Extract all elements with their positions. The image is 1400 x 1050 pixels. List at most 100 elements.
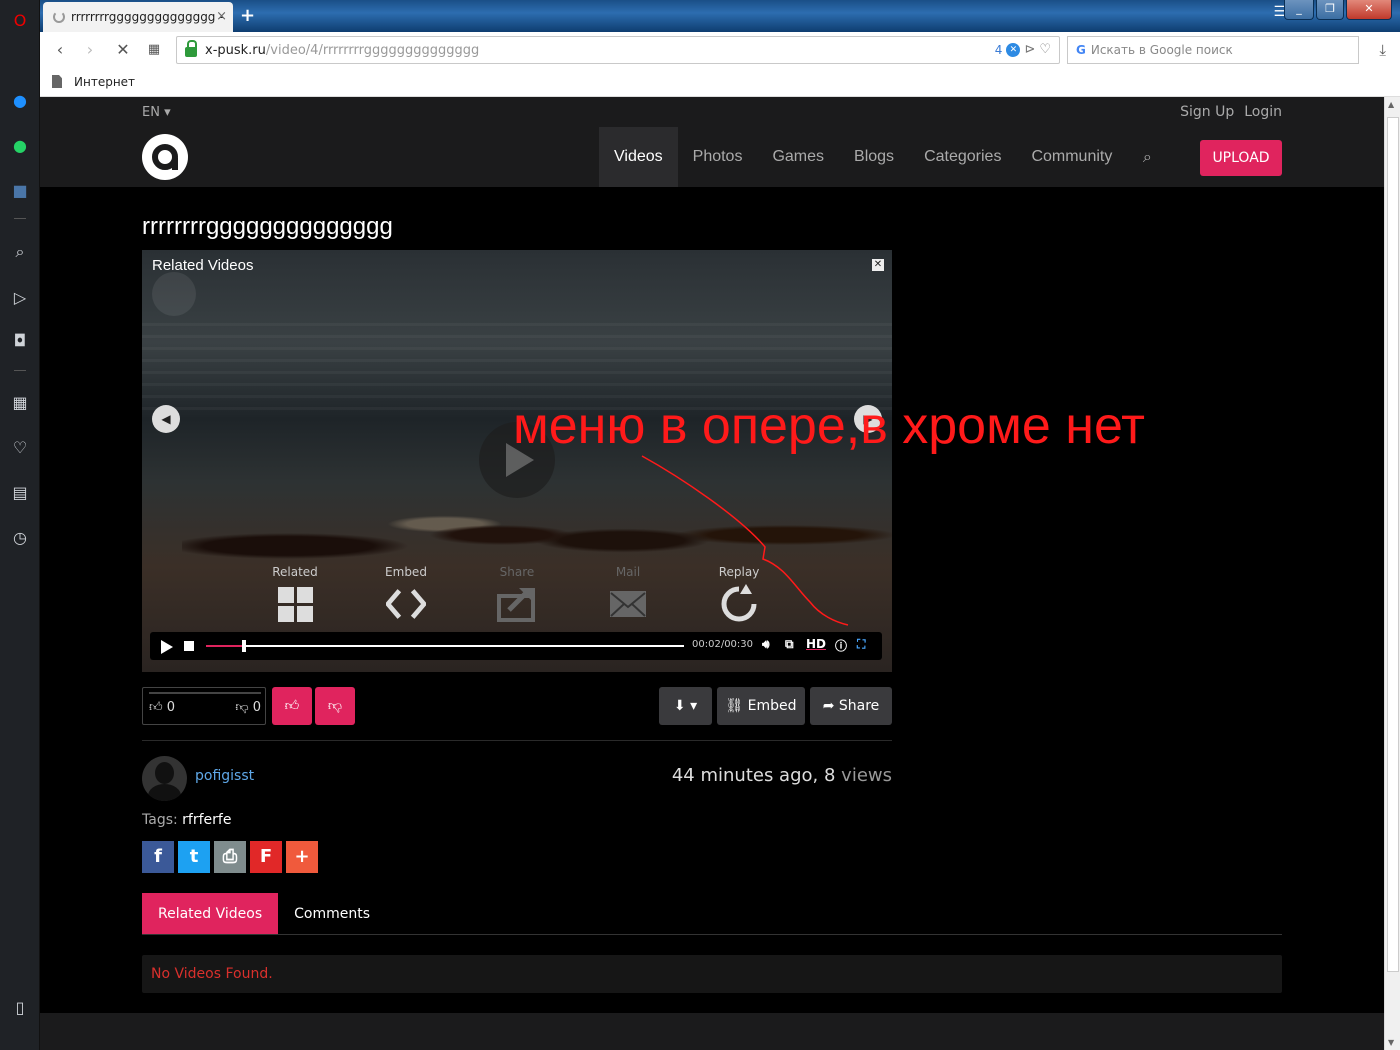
- scroll-up-icon[interactable]: ▲: [1388, 100, 1394, 109]
- like-button[interactable]: 👍︎: [272, 687, 312, 725]
- dislike-button[interactable]: 👎︎: [315, 687, 355, 725]
- search-icon[interactable]: ⌕: [8, 240, 32, 264]
- prev-arrow-icon[interactable]: ◀: [152, 405, 180, 433]
- facebook-icon[interactable]: f: [142, 841, 174, 873]
- watermark-logo: [152, 272, 196, 316]
- tab-title: rrrrrrrrgggggggggggggg -: [71, 10, 224, 24]
- tabs-grid-icon[interactable]: ▦: [144, 40, 164, 60]
- flipboard-icon[interactable]: F: [250, 841, 282, 873]
- upload-button[interactable]: UPLOAD: [1200, 140, 1282, 176]
- close-window-button[interactable]: ✕: [1346, 0, 1392, 20]
- menu-blogs[interactable]: Blogs: [839, 127, 909, 187]
- bookmarks-bar: Интернет: [40, 67, 1400, 97]
- download-icon[interactable]: ⤓: [1379, 41, 1386, 59]
- related-label: Related: [272, 565, 318, 579]
- envelope-icon: [608, 585, 648, 623]
- tag-link[interactable]: rfrferfe: [182, 812, 231, 828]
- play-icon[interactable]: [161, 640, 173, 654]
- link-icon: ⛓: [725, 698, 744, 714]
- menu-community[interactable]: Community: [1016, 127, 1127, 187]
- stop-icon[interactable]: ✕: [113, 40, 133, 60]
- login-link[interactable]: Login: [1244, 104, 1282, 120]
- address-bar[interactable]: x-pusk.ru/video/4/rrrrrrrrgggggggggggggg…: [176, 36, 1060, 64]
- minimize-button[interactable]: _: [1284, 0, 1314, 20]
- tab-related-videos[interactable]: Related Videos: [142, 893, 279, 935]
- language-selector[interactable]: EN ▾: [142, 105, 171, 120]
- sign-up-link[interactable]: Sign Up: [1180, 104, 1234, 120]
- menu-videos[interactable]: Videos: [599, 127, 678, 187]
- scroll-down-icon[interactable]: ▼: [1388, 1038, 1394, 1047]
- replay-option[interactable]: Replay: [704, 565, 774, 623]
- history-icon[interactable]: ◷: [8, 525, 32, 549]
- menu-games[interactable]: Games: [757, 127, 839, 187]
- bookmark-heart-icon[interactable]: ♡: [1039, 42, 1051, 57]
- menu-categories[interactable]: Categories: [909, 127, 1016, 187]
- maximize-button[interactable]: ❐: [1316, 0, 1344, 20]
- messenger-icon[interactable]: ●: [8, 88, 32, 112]
- username-link[interactable]: pofigisst: [195, 768, 254, 784]
- embed-label: Embed: [385, 565, 427, 579]
- mail-label: Mail: [615, 565, 641, 579]
- menu-photos[interactable]: Photos: [678, 127, 758, 187]
- empty-message: No Videos Found.: [142, 955, 1282, 993]
- related-option[interactable]: Related: [260, 565, 330, 623]
- share-button-label: Share: [838, 698, 880, 714]
- twitter-icon[interactable]: t: [178, 841, 210, 873]
- send-to-icon[interactable]: ⊳: [1024, 42, 1035, 57]
- scrollbar-thumb[interactable]: [1387, 117, 1399, 972]
- adblock-icon[interactable]: ✕: [1006, 42, 1021, 57]
- thumbs-up-icon: 👍︎: [284, 698, 300, 714]
- vote-ratio-bar: [149, 692, 261, 694]
- mail-option[interactable]: Mail: [593, 565, 663, 623]
- tracker-count: 4: [994, 42, 1003, 57]
- address-bar-actions: 4 ✕ ⊳ ♡: [995, 42, 1051, 57]
- print-icon[interactable]: ⎙: [214, 841, 246, 873]
- vk-icon[interactable]: ■: [8, 178, 32, 202]
- embed-option[interactable]: Embed: [371, 565, 441, 623]
- stop-square-icon[interactable]: [184, 641, 194, 651]
- whatsapp-icon[interactable]: ●: [8, 133, 32, 157]
- video-player[interactable]: Related Videos ✕ ◀ ▶ Related Embed Share…: [142, 250, 892, 672]
- forward-icon[interactable]: ›: [80, 40, 100, 60]
- bookmark-item[interactable]: Интернет: [74, 75, 135, 89]
- share-option[interactable]: Share: [482, 565, 552, 623]
- info-icon[interactable]: ⓘ: [835, 637, 847, 654]
- popout-icon[interactable]: ⧉: [785, 637, 794, 652]
- site-logo[interactable]: [142, 134, 188, 180]
- auth-links: Sign Up Login: [1180, 104, 1282, 120]
- share-button[interactable]: ➦ Share: [810, 687, 892, 725]
- opera-logo-icon[interactable]: O: [8, 8, 32, 32]
- tab-comments[interactable]: Comments: [278, 893, 386, 935]
- seek-handle[interactable]: [242, 640, 246, 652]
- tab-underline: [142, 934, 1282, 935]
- seek-progress: [206, 645, 244, 647]
- speed-dial-icon[interactable]: ▦: [8, 390, 32, 414]
- tab-close-icon[interactable]: ×: [216, 9, 227, 24]
- heart-icon[interactable]: ♡: [8, 435, 32, 459]
- vote-counter: 👍︎ 0 👎︎ 0: [142, 687, 266, 725]
- download-button[interactable]: ⬇ ▾: [659, 687, 712, 725]
- hd-toggle[interactable]: HD: [806, 637, 826, 651]
- embed-button[interactable]: ⛓ Embed: [717, 687, 805, 725]
- volume-icon[interactable]: 🔊︎: [762, 637, 770, 652]
- back-icon[interactable]: ‹: [50, 40, 70, 60]
- more-share-icon[interactable]: +: [286, 841, 318, 873]
- page-scrollbar[interactable]: ▲ ▼: [1384, 97, 1400, 1050]
- camera-icon[interactable]: ◘: [8, 328, 32, 352]
- action-row: 👍︎ 0 👎︎ 0 👍︎ 👎︎ ⬇ ▾ ⛓ Embed ➦ Share: [142, 687, 892, 727]
- sidebar-toggle-icon[interactable]: ▯: [8, 995, 32, 1019]
- site-search-icon[interactable]: ⌕: [1127, 127, 1167, 187]
- document-icon: [52, 75, 62, 88]
- avatar[interactable]: [142, 756, 187, 801]
- seek-track[interactable]: [206, 645, 684, 647]
- views-label: views: [841, 765, 892, 786]
- send-icon[interactable]: ▷: [8, 285, 32, 309]
- like-count: 👍︎ 0: [149, 700, 175, 715]
- overlay-close-icon[interactable]: ✕: [872, 259, 884, 271]
- new-tab-button[interactable]: +: [240, 5, 255, 26]
- browser-tab[interactable]: rrrrrrrrgggggggggggggg - ×: [43, 2, 233, 32]
- embed-button-label: Embed: [747, 698, 797, 714]
- search-field[interactable]: G Искать в Google поиск: [1067, 36, 1359, 64]
- news-icon[interactable]: ▤: [8, 480, 32, 504]
- fullscreen-icon[interactable]: ⛶: [857, 637, 865, 652]
